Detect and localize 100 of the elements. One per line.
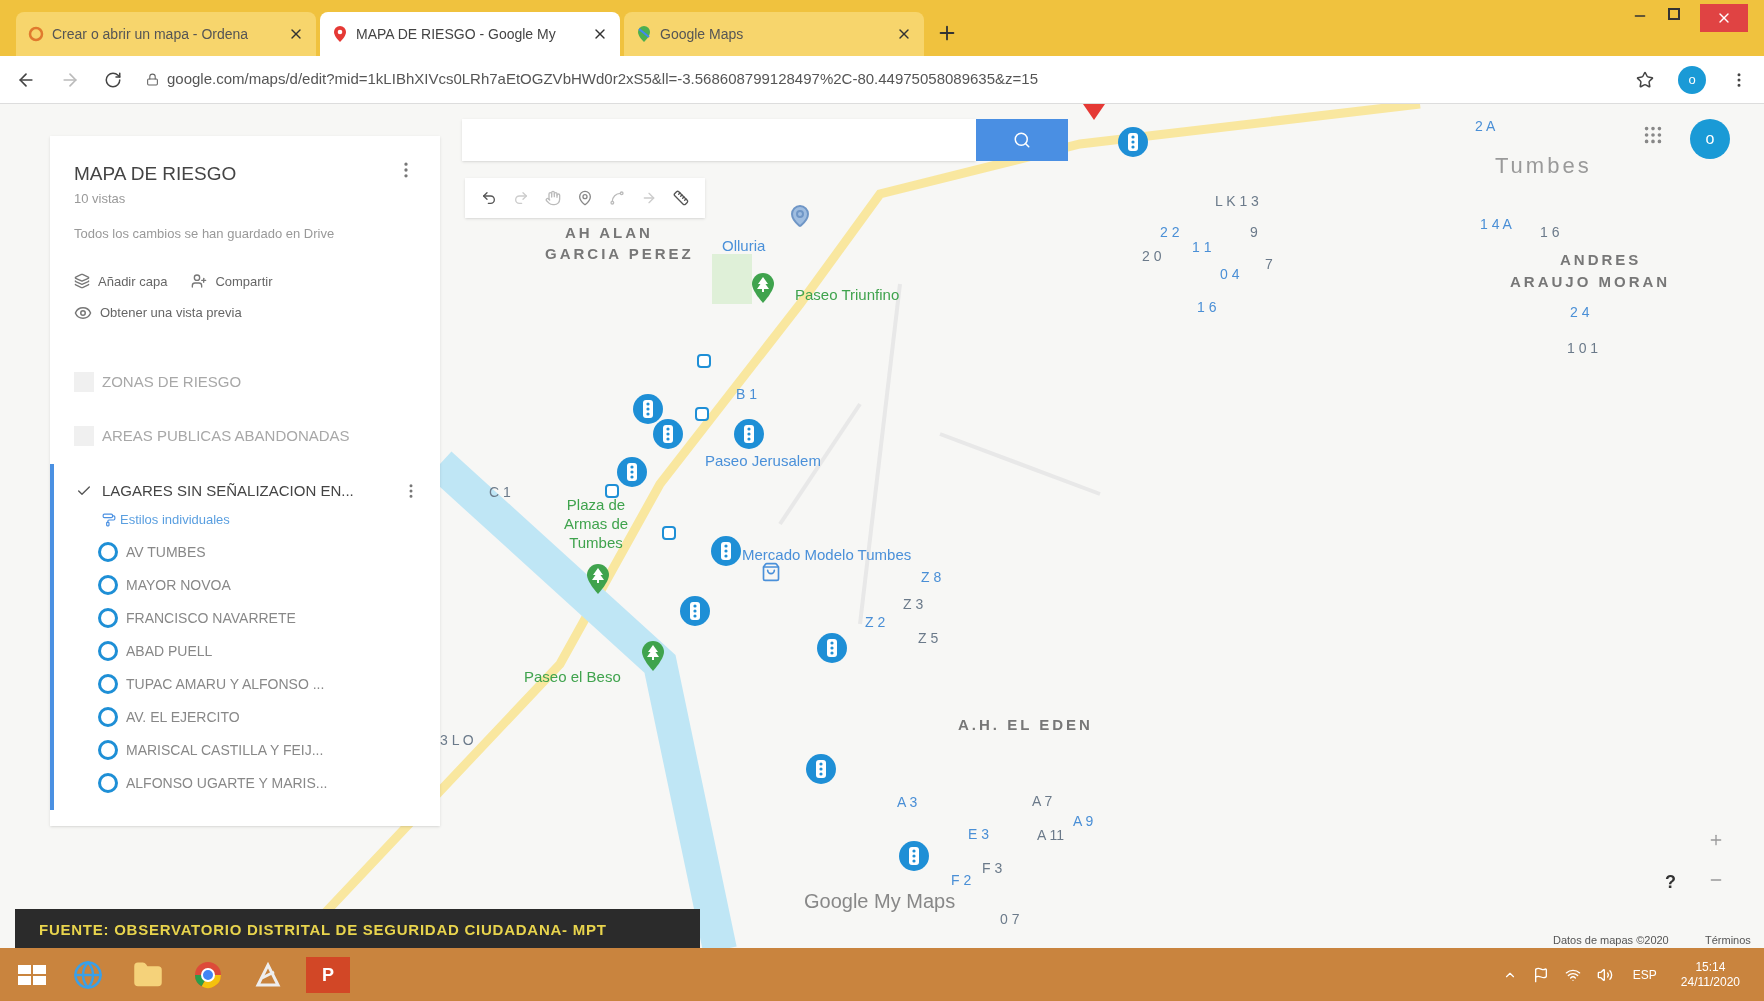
traffic-light-icon — [744, 425, 754, 443]
block-label: 2 2 — [1160, 223, 1180, 242]
layer-item[interactable]: AV. EL EJERCITO — [98, 706, 440, 728]
bus-stop-icon — [695, 407, 709, 421]
marker-style-icon — [98, 674, 118, 694]
place-label: AH ALAN — [565, 223, 653, 243]
google-icon — [28, 26, 44, 42]
apps-grid-icon[interactable] — [1642, 124, 1664, 146]
block-label: F 3 — [982, 859, 1003, 878]
language-indicator[interactable]: ESP — [1632, 965, 1657, 984]
powerpoint-button[interactable]: P — [306, 956, 350, 993]
add-layer-button[interactable]: Añadir capa — [74, 271, 168, 291]
block-label: A 9 — [1073, 812, 1094, 831]
park-marker[interactable] — [752, 273, 774, 303]
clock[interactable]: 15:14 24/11/2020 — [1680, 959, 1740, 990]
block-label: 2 0 — [1142, 247, 1162, 266]
flag-icon[interactable] — [1532, 966, 1549, 983]
google-my-maps-logo: Google My Maps — [804, 889, 956, 914]
place-label: Tumbes — [1495, 152, 1592, 180]
layer-item[interactable]: MAYOR NOVOA — [98, 574, 440, 596]
search-icon — [1013, 131, 1031, 149]
bookmark-star-icon[interactable] — [1636, 70, 1654, 89]
block-label: 2 4 — [1570, 303, 1590, 322]
marker-style-icon — [98, 740, 118, 760]
block-label: A 11 — [1037, 826, 1064, 845]
traffic-light-icon — [1128, 133, 1138, 151]
traffic-light-icon — [627, 463, 637, 481]
block-label: 1 6 — [1197, 298, 1217, 317]
layer-item[interactable]: TUPAC AMARU Y ALFONSO ... — [98, 673, 440, 695]
layer-item[interactable]: ABAD PUELL — [98, 640, 440, 662]
add-person-icon — [191, 273, 208, 290]
shopping-bag-icon — [761, 562, 781, 582]
terms-link[interactable]: Términos — [1705, 932, 1751, 948]
bus-stop-icon — [605, 484, 619, 498]
share-button[interactable]: Compartir — [191, 271, 273, 291]
layer-item[interactable]: MARISCAL CASTILLA Y FEIJ... — [98, 739, 440, 761]
url-field[interactable]: google.com/maps/d/edit?mid=1kLIBhXIVcs0LRh7aEtOGZVbHWd0r2xS5&ll=-3.568608799128497%2C-80.44975058089635&z=15 — [167, 68, 1038, 91]
zoom-in-icon[interactable] — [1708, 832, 1724, 848]
block-label: 1 1 — [1192, 238, 1212, 257]
block-label: 1 6 — [1540, 223, 1560, 242]
layer-item[interactable]: FRANCISCO NAVARRETE — [98, 607, 440, 629]
style-link[interactable]: Estilos individuales — [102, 510, 440, 530]
block-label: C 1 — [489, 483, 511, 502]
marker-style-icon — [98, 608, 118, 628]
traffic-light-icon — [909, 847, 919, 865]
block-label: 0 7 — [1000, 910, 1020, 929]
map-pin-icon — [788, 204, 812, 228]
traffic-light-icon — [643, 400, 653, 418]
place-label: Paseo Jerusalem — [705, 451, 821, 471]
lock-icon — [146, 73, 159, 86]
browser-tab[interactable]: MAPA DE RIESGO - Google My — [320, 12, 620, 56]
map-title[interactable]: MAPA DE RIESGO — [74, 160, 237, 189]
profile-avatar[interactable]: o — [1678, 65, 1706, 94]
block-label: E 3 — [968, 825, 989, 844]
marker-icon[interactable] — [577, 190, 593, 206]
place-label: Mercado Modelo Tumbes — [742, 545, 912, 565]
chrome-icon[interactable] — [193, 959, 223, 990]
place-label: ANDRES — [1560, 250, 1642, 270]
preview-button[interactable]: Obtener una vista previa — [50, 303, 440, 323]
layer-name[interactable]: ZONAS DE RIESGO — [102, 370, 420, 393]
block-label: 1 0 1 — [1567, 339, 1599, 358]
place-label: GARCIA PEREZ — [545, 244, 694, 264]
ruler-icon[interactable] — [673, 190, 689, 206]
layer-item[interactable]: ALFONSO UGARTE Y MARIS... — [98, 772, 440, 794]
tab-title: MAPA DE RIESGO - Google My — [356, 24, 557, 44]
map-pin-icon — [332, 25, 348, 43]
block-label: 7 — [1265, 255, 1273, 274]
block-label: A 7 — [1032, 792, 1053, 811]
layer-name[interactable]: AREAS PUBLICAS ABANDONADAS — [102, 425, 420, 448]
block-label: 1 4 A — [1480, 215, 1512, 234]
undo-icon[interactable] — [481, 190, 497, 206]
hand-icon[interactable] — [545, 190, 561, 206]
traffic-light-icon — [663, 425, 673, 443]
block-label: Z 8 — [921, 568, 942, 587]
block-label: F 2 — [951, 871, 972, 890]
park-marker[interactable] — [642, 641, 664, 671]
marker-style-icon — [98, 773, 118, 793]
browser-tab[interactable]: Google Maps — [624, 12, 924, 56]
block-label: B 1 — [736, 385, 757, 404]
traffic-light-icon — [816, 760, 826, 778]
line-icon[interactable] — [609, 190, 625, 206]
maximize-icon[interactable] — [1668, 8, 1680, 20]
layer-name[interactable]: LAGARES SIN SEÑALIZACION EN... — [102, 479, 394, 502]
place-label: Plaza de Armas de Tumbes — [562, 496, 630, 553]
block-label: 3 L O — [440, 731, 474, 750]
search-field[interactable] — [462, 119, 976, 161]
reload-icon[interactable] — [104, 70, 122, 89]
paint-roller-icon — [102, 512, 116, 527]
volume-icon[interactable] — [1596, 966, 1613, 983]
layer-item[interactable]: AV TUMBES — [98, 541, 440, 563]
caption-text: FUENTE: OBSERVATORIO DISTRITAL DE SEGURIDAD CIUDADANA- MPT — [39, 919, 607, 940]
browser-tab[interactable]: Crear o abrir un mapa - Ordena — [16, 12, 316, 56]
help-button[interactable]: ? — [1665, 869, 1676, 896]
block-label: A 3 — [897, 793, 918, 812]
block-label: Z 5 — [918, 629, 939, 648]
block-label: 2 A — [1475, 117, 1496, 136]
traffic-light-icon — [721, 542, 731, 560]
park-marker[interactable] — [587, 564, 609, 594]
marker-style-icon — [98, 575, 118, 595]
place-label: Paseo el Beso — [524, 667, 621, 687]
